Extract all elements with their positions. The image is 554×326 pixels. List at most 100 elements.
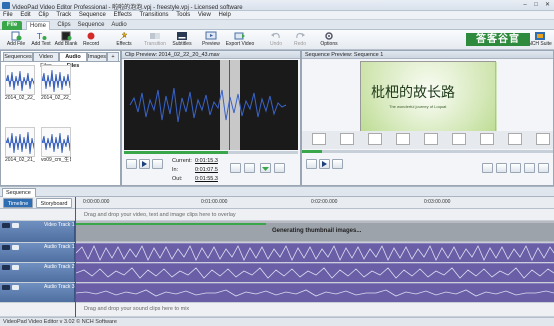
- overlay-drop-zone[interactable]: Drag and drop your video, text and image…: [0, 209, 554, 221]
- set-out-button[interactable]: [244, 163, 255, 173]
- tab-audio[interactable]: Audio: [108, 21, 130, 30]
- tab-sequence[interactable]: Sequence: [75, 21, 107, 30]
- tab-sequence-1[interactable]: Sequence 1 ×: [2, 188, 36, 205]
- tab-clips[interactable]: Clips: [54, 21, 74, 30]
- status-bar: VideoPad Video Editor v 3.02 © NCH Softw…: [0, 317, 554, 326]
- sequence-scrub-bar[interactable]: [302, 150, 553, 153]
- timeline-ruler[interactable]: 0:00:00.000 0:01:00.000 0:02:00.000 0:03…: [75, 197, 554, 209]
- timeline-playhead[interactable]: [75, 197, 76, 317]
- seq-skip-forward-button[interactable]: [332, 159, 343, 169]
- thumb-frame[interactable]: [508, 133, 522, 145]
- maximize-button[interactable]: □: [531, 1, 541, 9]
- lock-icon[interactable]: [12, 285, 19, 290]
- in-time[interactable]: 0:01:07.5: [195, 167, 218, 174]
- menu-clip[interactable]: Clip: [35, 11, 51, 20]
- menu-tools[interactable]: Tools: [173, 11, 193, 20]
- thumb-frame[interactable]: [396, 133, 410, 145]
- seq-tool-3-button[interactable]: [524, 163, 535, 173]
- seq-tool-2-button[interactable]: [496, 163, 507, 173]
- add-file-button[interactable]: Add File: [2, 31, 30, 49]
- timeline-mode-button[interactable]: Timeline: [3, 198, 33, 208]
- bin-tab-video-files[interactable]: Video Files: [33, 52, 59, 69]
- preview-button[interactable]: Preview: [197, 31, 225, 49]
- thumb-frame[interactable]: [340, 133, 354, 145]
- menu-sequence[interactable]: Sequence: [76, 11, 109, 20]
- place-on-sequence-button[interactable]: [260, 163, 271, 173]
- add-blank-button[interactable]: Add Blank: [52, 31, 80, 49]
- audio-clip-2[interactable]: 2014_02_22_20_3...: [41, 65, 71, 109]
- bin-tab-audio-files[interactable]: Audio Files: [59, 52, 87, 69]
- seq-tool-4-button[interactable]: [538, 163, 549, 173]
- subtitles-label: Subtitles: [172, 41, 192, 47]
- snapshot-button[interactable]: [510, 163, 521, 173]
- menu-help[interactable]: Help: [216, 11, 234, 20]
- thumb-frame[interactable]: [312, 133, 326, 145]
- options-button[interactable]: Options: [315, 31, 343, 49]
- effects-button[interactable]: Effects: [110, 31, 138, 49]
- lock-icon[interactable]: [12, 223, 19, 228]
- clip-scrub-bar[interactable]: [124, 151, 298, 154]
- lock-icon[interactable]: [12, 265, 19, 270]
- tab-file[interactable]: File: [2, 21, 22, 30]
- audio-track-2-waveform[interactable]: [76, 264, 554, 282]
- close-button[interactable]: ✕: [542, 1, 553, 9]
- ruler-tick: 0:02:00.000: [311, 199, 338, 205]
- seq-skip-back-button[interactable]: [306, 159, 317, 169]
- seq-play-button[interactable]: [319, 159, 330, 169]
- lock-icon[interactable]: [12, 245, 19, 250]
- add-blank-label: Add Blank: [54, 41, 78, 47]
- eye-icon[interactable]: [2, 223, 10, 228]
- sound-drop-zone[interactable]: Drag and drop your sound clips here to m…: [0, 303, 554, 317]
- subtitles-button[interactable]: Subtitles: [168, 31, 196, 49]
- menu-transitions[interactable]: Transitions: [136, 11, 171, 20]
- mute-icon[interactable]: [2, 245, 10, 250]
- effects-label: Effects: [116, 41, 132, 47]
- play-button[interactable]: [139, 159, 150, 169]
- export-video-button[interactable]: Export Video: [224, 31, 256, 49]
- thumb-frame[interactable]: [368, 133, 382, 145]
- menu-track[interactable]: Track: [53, 11, 74, 20]
- audio-track-1-waveform[interactable]: [76, 244, 554, 262]
- bin-tab-images[interactable]: Images: [87, 52, 107, 61]
- menu-effects[interactable]: Effects: [111, 11, 135, 20]
- thumb-frame[interactable]: [480, 133, 494, 145]
- audio-clip-3[interactable]: 2014_02_21_1...: [5, 127, 35, 171]
- menu-view[interactable]: View: [195, 11, 214, 20]
- clip-progress: [76, 223, 266, 225]
- thumb-frame[interactable]: [424, 133, 438, 145]
- audio-track-3-waveform[interactable]: [76, 284, 554, 302]
- menu-file[interactable]: File: [0, 11, 16, 20]
- waveform-thumbnail: [5, 65, 35, 95]
- minimize-button[interactable]: –: [520, 1, 530, 9]
- storyboard-mode-button[interactable]: Storyboard: [36, 198, 72, 208]
- clip-preview-panel: Clip Preview: 2014_02_22_20_43.mav Curre…: [121, 50, 301, 186]
- mute-icon[interactable]: [2, 285, 10, 290]
- record-button[interactable]: Record: [77, 31, 105, 49]
- out-time[interactable]: 0:01:55.3: [195, 176, 218, 183]
- add-text-button[interactable]: T Add Text: [27, 31, 55, 49]
- transition-button[interactable]: Transition: [141, 31, 169, 49]
- skip-forward-button[interactable]: [152, 159, 163, 169]
- mute-icon[interactable]: [2, 265, 10, 270]
- seq-tool-1-button[interactable]: [482, 163, 493, 173]
- clip-options-button[interactable]: [274, 163, 285, 173]
- video-clip[interactable]: Generating thumbnail images...: [76, 223, 554, 241]
- video-track-1: Video Track 1 Generating thumbnail image…: [0, 221, 554, 243]
- thumb-frame[interactable]: [536, 133, 550, 145]
- menu-edit[interactable]: Edit: [17, 11, 33, 20]
- tab-home[interactable]: Home: [26, 21, 50, 30]
- audio-clip-4[interactable]: vo09_cm_生日快乐·油国·国...: [41, 127, 71, 171]
- thumb-frame[interactable]: [452, 133, 466, 145]
- redo-button[interactable]: Redo: [286, 31, 314, 49]
- audio-clip-1[interactable]: 2014_02_22_20_2...: [5, 65, 35, 109]
- set-in-button[interactable]: [230, 163, 241, 173]
- current-time[interactable]: 0:01:15.3: [195, 158, 218, 165]
- bin-add-tab-button[interactable]: +: [107, 52, 119, 61]
- audio-track-3: Audio Track 3: [0, 283, 554, 303]
- nch-suite-button[interactable]: NCH Suite: [526, 31, 554, 49]
- bin-tab-sequences[interactable]: Sequences: [3, 52, 33, 61]
- redo-label: Redo: [294, 41, 306, 47]
- undo-icon: [271, 32, 280, 39]
- record-label: Record: [82, 41, 100, 47]
- skip-back-button[interactable]: [126, 159, 137, 169]
